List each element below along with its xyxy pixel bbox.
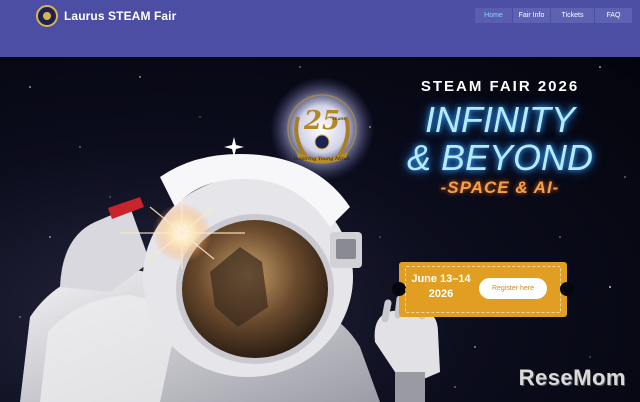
- event-year: 2026: [428, 288, 454, 300]
- event-date-range: June 13–14: [411, 273, 471, 285]
- top-navbar: Laurus STEAM Fair Home Fair Info Tickets…: [0, 0, 640, 57]
- headline-line-2: & BEYOND: [406, 137, 594, 178]
- register-button[interactable]: Register here: [479, 278, 547, 299]
- badge-motto: Inspiring Young Minds: [292, 156, 351, 162]
- headline: INFINITY & BEYOND: [380, 101, 620, 177]
- nav-menu: Home Fair Info Tickets FAQ: [475, 8, 632, 23]
- nav-item-fair-info[interactable]: Fair Info: [513, 8, 550, 23]
- brand-name: Laurus STEAM Fair: [64, 9, 177, 23]
- badge-unit: YEARS: [332, 116, 346, 121]
- watermark-logo: ReseMom: [518, 365, 626, 390]
- event-date: June 13–14 2026: [411, 272, 471, 302]
- badge-number: 25: [303, 106, 340, 136]
- fair-title: STEAM FAIR 2026: [420, 78, 580, 95]
- nav-item-home[interactable]: Home: [475, 8, 512, 23]
- nav-item-faq[interactable]: FAQ: [595, 8, 632, 23]
- subheadline: -SPACE & AI-: [440, 178, 560, 197]
- headline-line-1: INFINITY: [425, 99, 575, 140]
- astronaut-illustration: [20, 153, 440, 402]
- nav-item-tickets[interactable]: Tickets: [551, 8, 594, 23]
- school-seal-icon: [36, 5, 58, 27]
- event-ticket: June 13–14 2026 Register here: [392, 262, 574, 317]
- hero-banner: 25 YEARS Inspiring Young Minds STEAM FAI…: [0, 57, 640, 402]
- brand-logo-link[interactable]: Laurus STEAM Fair: [36, 4, 176, 28]
